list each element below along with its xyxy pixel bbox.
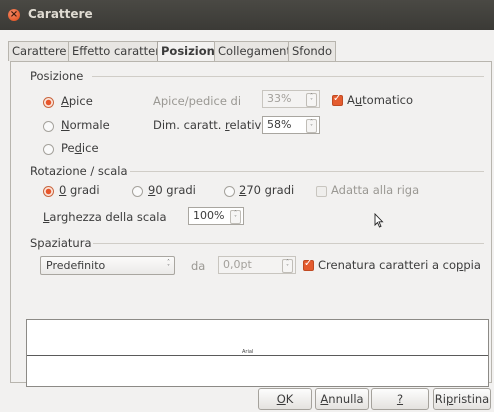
- preview-box: Arial: [26, 319, 489, 387]
- title-bar: × Carattere: [0, 0, 494, 30]
- section-spaziatura-heading: Spaziatura: [30, 236, 92, 250]
- mouse-pointer-icon: [374, 213, 384, 228]
- label-da: da: [191, 259, 206, 273]
- tab-sfondo[interactable]: Sfondo: [288, 41, 337, 61]
- dim-relativa-spinbox[interactable]: 58% ˄ ˅: [262, 116, 320, 134]
- larghezza-scala-spinbox[interactable]: 100% ˄ ˅: [188, 207, 244, 225]
- close-button[interactable]: ×: [8, 9, 20, 21]
- apice-pedice-spinbox[interactable]: 33% ˄ ˅: [262, 90, 320, 108]
- close-icon: ×: [9, 9, 19, 20]
- radio-pedice[interactable]: [43, 144, 54, 155]
- section-rotazione-heading: Rotazione / scala: [30, 164, 128, 178]
- baseline: [27, 355, 488, 356]
- separator: [92, 76, 484, 77]
- ripristina-button[interactable]: Ripristina: [433, 388, 491, 410]
- label-apice-pedice-di: Apice/pedice di: [153, 94, 242, 108]
- separator: [93, 243, 484, 244]
- label-0-gradi[interactable]: 0 gradi: [59, 183, 100, 197]
- automatico-checkbox[interactable]: [332, 93, 343, 106]
- separator: [130, 171, 484, 172]
- label-dim-caratt-relativa: Dim. caratt. relativa: [153, 118, 269, 132]
- label-270-gradi[interactable]: 270 gradi: [239, 183, 294, 197]
- spaziatura-dropdown[interactable]: Predefinito ˄ ˅: [40, 256, 175, 275]
- da-spinbox[interactable]: 0,0pt ˄ ˅: [218, 256, 296, 274]
- label-automatico[interactable]: Automatico: [347, 93, 413, 107]
- label-adatta-alla-riga: Adatta alla riga: [331, 183, 420, 197]
- tab-bar: Carattere Effetto carattere Posizione Co…: [0, 41, 494, 62]
- radio-0-gradi[interactable]: [43, 186, 54, 197]
- tab-carattere[interactable]: Carattere: [8, 41, 71, 61]
- dropdown-arrows-icon: ˄ ˅: [167, 259, 170, 271]
- label-normale[interactable]: Normale: [61, 118, 110, 132]
- radio-apice[interactable]: [43, 97, 54, 108]
- radio-90-gradi[interactable]: [132, 186, 143, 197]
- tab-effetto-carattere[interactable]: Effetto carattere: [68, 41, 171, 61]
- spin-arrows-icon: ˄ ˅: [282, 259, 293, 273]
- crenatura-checkbox[interactable]: [303, 258, 314, 271]
- ok-button[interactable]: OK: [258, 388, 312, 410]
- label-90-gradi[interactable]: 90 gradi: [148, 183, 196, 197]
- window-title: Carattere: [28, 7, 93, 21]
- label-apice[interactable]: Apice: [61, 94, 93, 108]
- annulla-button[interactable]: Annulla: [315, 388, 369, 410]
- radio-normale[interactable]: [43, 121, 54, 132]
- spin-arrows-icon: ˄ ˅: [306, 93, 317, 107]
- adatta-alla-riga-checkbox[interactable]: [316, 186, 327, 197]
- section-posizione-heading: Posizione: [30, 69, 84, 83]
- label-larghezza-della-scala: Larghezza della scala: [43, 210, 167, 224]
- radio-270-gradi[interactable]: [224, 186, 235, 197]
- help-button[interactable]: ?: [371, 388, 429, 410]
- label-pedice[interactable]: Pedice: [61, 141, 99, 155]
- preview-text: Arial: [240, 349, 256, 355]
- label-crenatura[interactable]: Crenatura caratteri a coppia: [318, 258, 481, 272]
- spin-arrows-icon: ˄ ˅: [306, 119, 317, 133]
- spin-arrows-icon: ˄ ˅: [230, 210, 241, 224]
